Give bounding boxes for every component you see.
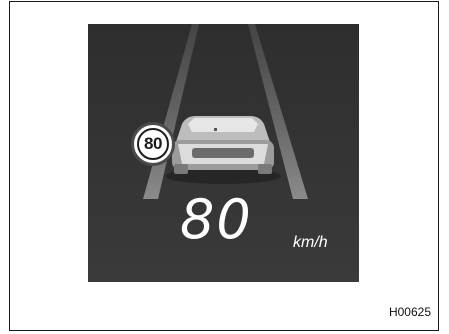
speed-limit-value: 80 [144,134,162,153]
current-speed-readout: 80 [180,188,253,251]
speed-limit-sign: 80 [131,122,175,166]
car-icon [165,116,281,184]
speed-unit-label: km/h [293,234,328,251]
figure-code: H00625 [388,305,431,319]
